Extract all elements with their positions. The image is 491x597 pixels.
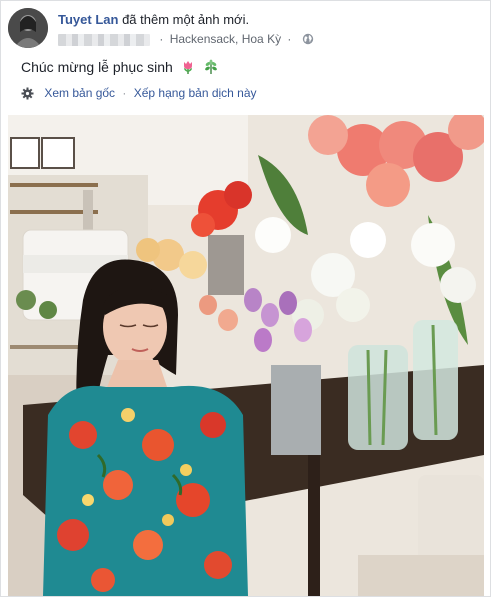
tulip-emoji-icon (183, 61, 192, 74)
post-title-line: Tuyet Lan đã thêm một ảnh mới. (58, 12, 249, 27)
view-original-link[interactable]: Xem bản gốc (44, 86, 115, 100)
meta-separator: · (159, 32, 164, 46)
post-photo[interactable] (8, 115, 484, 596)
gear-icon[interactable] (21, 87, 34, 100)
meta-separator: · (287, 32, 292, 46)
post-message-text: Chúc mừng lễ phục sinh (21, 59, 173, 75)
post-card: Tuyet Lan đã thêm một ảnh mới. · Hackens… (0, 0, 491, 597)
post-header: Tuyet Lan đã thêm một ảnh mới. · Hackens… (8, 8, 480, 52)
translation-bar: Xem bản gốc · Xếp hạng bản dịch này (21, 86, 257, 100)
avatar-image (8, 8, 48, 48)
author-name[interactable]: Tuyet Lan (58, 12, 118, 27)
location-link[interactable]: Hackensack, Hoa Kỳ (170, 32, 281, 46)
rate-translation-link[interactable]: Xếp hạng bản dịch này (134, 86, 257, 100)
post-action: đã thêm một ảnh mới. (122, 12, 250, 27)
photo-image (8, 115, 484, 596)
herb-emoji-icon (204, 59, 217, 74)
post-message: Chúc mừng lễ phục sinh (21, 59, 219, 75)
globe-icon[interactable] (302, 33, 314, 45)
link-separator: · (122, 86, 127, 100)
timestamp-blurred (58, 33, 150, 46)
avatar[interactable] (8, 8, 48, 48)
post-meta: · Hackensack, Hoa Kỳ · (58, 32, 314, 48)
